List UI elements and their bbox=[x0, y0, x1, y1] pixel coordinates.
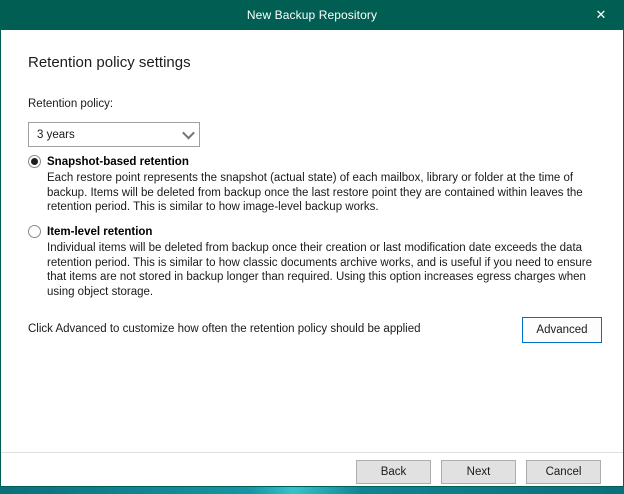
background-window-strip bbox=[0, 487, 624, 494]
radio-snapshot-based-retention[interactable] bbox=[28, 155, 41, 168]
option-description-snapshot-based: Each restore point represents the snapsh… bbox=[47, 171, 600, 215]
option-description-item-level: Individual items will be deleted from ba… bbox=[47, 241, 600, 299]
option-label-item-level[interactable]: Item-level retention bbox=[47, 226, 152, 238]
next-button[interactable]: Next bbox=[441, 460, 516, 484]
retention-policy-value: 3 years bbox=[37, 129, 177, 141]
close-icon: ✕ bbox=[596, 8, 607, 21]
option-item-level-retention: Item-level retention Individual items wi… bbox=[28, 225, 600, 299]
option-label-snapshot-based[interactable]: Snapshot-based retention bbox=[47, 156, 189, 168]
page-title: Retention policy settings bbox=[28, 54, 191, 71]
window-title: New Backup Repository bbox=[247, 8, 377, 22]
footer-separator bbox=[1, 452, 623, 453]
back-button[interactable]: Back bbox=[356, 460, 431, 484]
chevron-down-icon bbox=[177, 123, 199, 146]
advanced-hint-text: Click Advanced to customize how often th… bbox=[28, 323, 421, 335]
retention-policy-dropdown[interactable]: 3 years bbox=[28, 122, 200, 147]
radio-item-level-retention[interactable] bbox=[28, 225, 41, 238]
new-backup-repository-dialog: New Backup Repository ✕ Retention policy… bbox=[0, 0, 624, 494]
cancel-button[interactable]: Cancel bbox=[526, 460, 601, 484]
option-snapshot-based-retention: Snapshot-based retention Each restore po… bbox=[28, 155, 600, 215]
close-button[interactable]: ✕ bbox=[578, 0, 624, 29]
titlebar: New Backup Repository ✕ bbox=[0, 0, 624, 30]
retention-policy-label: Retention policy: bbox=[28, 98, 113, 110]
advanced-button[interactable]: Advanced bbox=[522, 317, 602, 343]
